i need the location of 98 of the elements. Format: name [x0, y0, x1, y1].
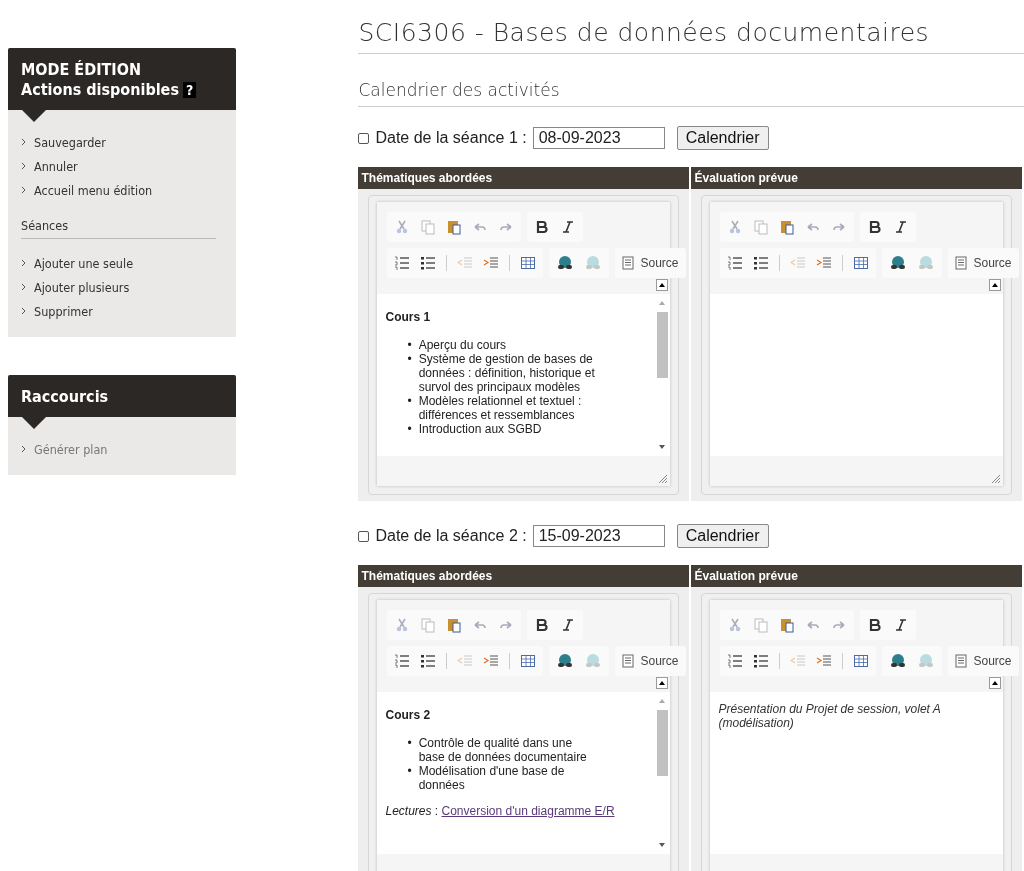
triangle-up-icon [992, 681, 999, 685]
link-icon[interactable] [556, 255, 575, 271]
chevron-icon [21, 445, 26, 453]
list-item: Modèles relationnel et textuel : différences et ressemblances [418, 394, 583, 422]
list-item: Modélisation d'une base de données [418, 764, 566, 792]
indent-icon[interactable] [483, 255, 500, 271]
calendar-button[interactable]: Calendrier [676, 524, 769, 548]
column-header: Thématiques abordées [358, 167, 690, 189]
column-header: Thématiques abordées [358, 565, 690, 587]
list-item: Introduction aux SGBD [418, 422, 543, 436]
menu-link[interactable]: Accueil menu édition [21, 182, 153, 198]
scroll-up-button[interactable] [989, 677, 1002, 689]
bullet-list-icon[interactable] [753, 255, 770, 271]
date-field[interactable]: 08-09-2023 [532, 127, 665, 149]
readings-text: Lectures : Conversion d'un diagramme E/R [385, 804, 616, 818]
panel-subtitle: Actions disponibles [21, 80, 179, 99]
chevron-icon [21, 307, 26, 315]
triangle-up-icon [992, 283, 999, 287]
seance-label: Date de la séance 2 : [375, 527, 527, 545]
scroll-up-button[interactable] [656, 677, 669, 689]
chevron-icon [21, 259, 26, 267]
checkbox[interactable] [358, 132, 370, 144]
editor-area[interactable]: Cours 2 • Contrôle de qualité dans une base de données documentaire • Modélisation d'une base de données Lectures : Conversion d'un diagramme E/R [377, 692, 671, 854]
indent-icon[interactable] [816, 653, 833, 669]
menu-link[interactable]: Supprimer [21, 303, 93, 319]
chevron-icon [21, 162, 26, 170]
chevron-icon [21, 283, 26, 291]
numbered-list-icon[interactable] [394, 255, 411, 271]
chevron-icon [21, 186, 26, 194]
source-button[interactable]: Source [615, 248, 686, 278]
table-icon[interactable] [853, 653, 870, 669]
page-title: SCI6306 - Bases de données documentaires [358, 18, 930, 47]
menu-link[interactable]: Sauvegarder [21, 134, 106, 150]
document-icon [622, 654, 635, 668]
indent-icon[interactable] [816, 255, 833, 271]
scroll-up-button[interactable] [656, 279, 669, 291]
clipboard-icon[interactable] [779, 617, 796, 633]
bullet-marker: • [407, 394, 412, 410]
link-icon[interactable] [556, 653, 575, 669]
section-title: Séances [21, 218, 69, 233]
chevron-icon [21, 138, 26, 146]
link-icon[interactable] [889, 653, 908, 669]
source-button[interactable]: Source [615, 646, 686, 676]
menu-link[interactable]: Ajouter une seule [21, 255, 134, 271]
source-button[interactable]: Source [948, 248, 1019, 278]
panel-title: Raccourcis [21, 387, 110, 407]
content-heading: Cours 2 [385, 708, 432, 722]
clipboard-icon[interactable] [779, 219, 796, 235]
scroll-up-button[interactable] [989, 279, 1002, 291]
bullet-marker: • [407, 338, 412, 352]
bold-icon[interactable] [534, 617, 551, 633]
help-button[interactable]: ? [182, 82, 197, 98]
resize-grip-icon[interactable] [991, 474, 1002, 484]
source-button[interactable]: Source [948, 646, 1019, 676]
document-icon [622, 256, 635, 270]
panel-title: MODE ÉDITION [21, 60, 142, 80]
numbered-list-icon[interactable] [727, 653, 744, 669]
table-icon[interactable] [520, 255, 537, 271]
numbered-list-icon[interactable] [394, 653, 411, 669]
bullet-list-icon[interactable] [753, 653, 770, 669]
list-item: Système de gestion de bases de données : définition, historique et survol des principaux modèles [418, 352, 596, 394]
table-icon[interactable] [520, 653, 537, 669]
content-text: Présentation du Projet de session, volet A (modélisation) [718, 702, 942, 730]
column-header: Évaluation prévue [691, 565, 1023, 587]
menu-link[interactable]: Ajouter plusieurs [21, 279, 130, 295]
indent-icon[interactable] [483, 653, 500, 669]
bold-icon[interactable] [867, 219, 884, 235]
table-icon[interactable] [853, 255, 870, 271]
list-item: Contrôle de qualité dans une base de données documentaire [418, 736, 588, 764]
bullet-marker: • [407, 736, 412, 752]
bold-icon[interactable] [867, 617, 884, 633]
bullet-list-icon[interactable] [420, 653, 437, 669]
document-icon [955, 654, 968, 668]
clipboard-icon[interactable] [446, 617, 463, 633]
triangle-up-icon [659, 681, 666, 685]
list-item: Aperçu du cours [418, 338, 508, 352]
clipboard-icon[interactable] [446, 219, 463, 235]
link-icon[interactable] [889, 255, 908, 271]
content-heading: Cours 1 [385, 310, 432, 324]
bullet-marker: • [407, 764, 412, 780]
menu-link[interactable]: Annuler [21, 158, 78, 174]
bullet-marker: • [407, 422, 412, 436]
document-icon [955, 256, 968, 270]
section-title: Calendrier des activités [358, 80, 560, 100]
numbered-list-icon[interactable] [727, 255, 744, 271]
reading-link[interactable]: Conversion d'un diagramme E/R [441, 804, 615, 818]
editor-area[interactable]: Présentation du Projet de session, volet A (modélisation) [710, 692, 1004, 854]
bullet-list-icon[interactable] [420, 255, 437, 271]
bullet-marker: • [407, 352, 412, 368]
date-field[interactable]: 15-09-2023 [532, 525, 665, 547]
checkbox[interactable] [358, 530, 370, 542]
resize-grip-icon[interactable] [658, 474, 669, 484]
column-header: Évaluation prévue [691, 167, 1023, 189]
seance-label: Date de la séance 1 : [375, 129, 527, 147]
triangle-up-icon [659, 283, 666, 287]
calendar-button[interactable]: Calendrier [676, 126, 769, 150]
bold-icon[interactable] [534, 219, 551, 235]
editor-area[interactable] [377, 294, 671, 456]
